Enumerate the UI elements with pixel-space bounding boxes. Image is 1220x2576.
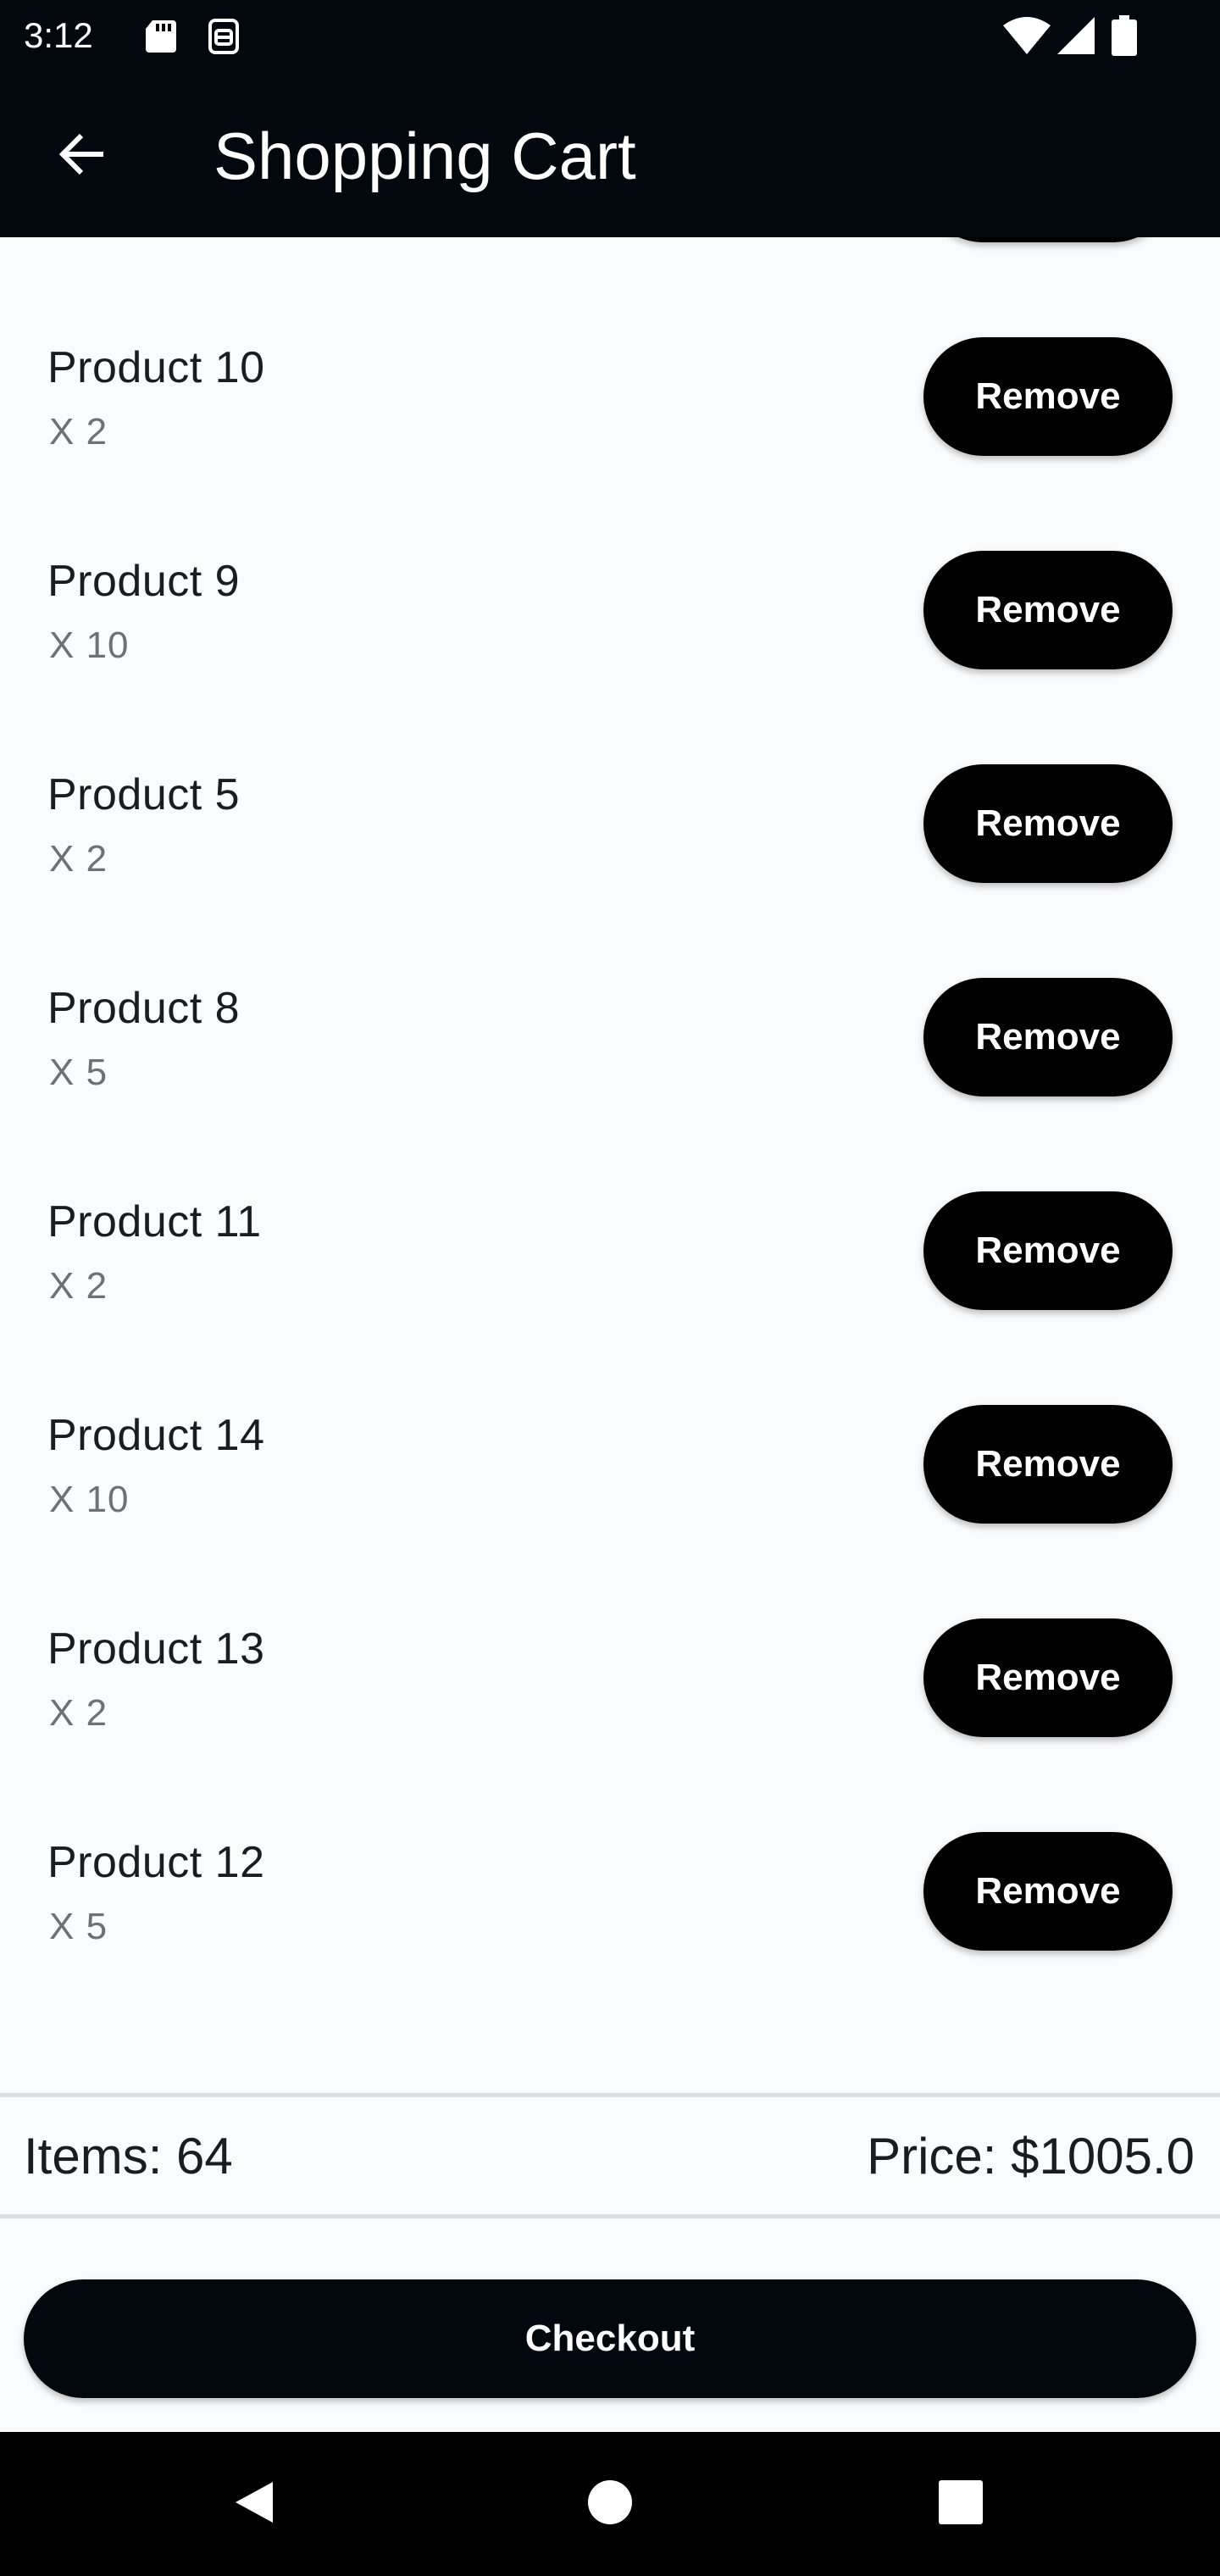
- remove-button[interactable]: Remove: [923, 1405, 1173, 1524]
- cart-list-content: Product 7X 5RemoveProduct 10X 2RemovePro…: [0, 237, 1220, 1998]
- product-quantity: X 2: [49, 1692, 108, 1734]
- signal-icon: [1057, 17, 1095, 58]
- cart-item: Product 5 X 2 Remove: [0, 717, 1220, 930]
- cart-item: Product 10 X 2 Remove: [0, 290, 1220, 503]
- product-quantity: X 5: [49, 237, 108, 242]
- page-title: Shopping Cart: [214, 119, 636, 193]
- nav-home-button[interactable]: [568, 2462, 652, 2546]
- product-name: Product 12: [47, 1838, 265, 1887]
- status-time: 3:12: [24, 15, 93, 55]
- product-quantity: X 2: [49, 411, 108, 452]
- app-bar: Shopping Cart: [0, 71, 1220, 237]
- arrow-back-icon: [56, 129, 107, 184]
- status-bar: 3:12: [0, 0, 1220, 71]
- remove-button[interactable]: Remove: [923, 1618, 1173, 1737]
- product-name: Product 9: [47, 557, 241, 606]
- items-count: Items: 64: [24, 2128, 233, 2185]
- back-button[interactable]: [37, 112, 125, 200]
- product-name: Product 8: [47, 984, 241, 1033]
- cart-list[interactable]: Product 7X 5RemoveProduct 10X 2RemovePro…: [0, 237, 1220, 2093]
- home-circle-icon: [585, 2477, 635, 2532]
- recents-square-icon: [935, 2477, 986, 2532]
- nav-recents-button[interactable]: [918, 2462, 1003, 2546]
- cart-item: Product 9 X 10 Remove: [0, 503, 1220, 717]
- nav-back-button[interactable]: [212, 2462, 297, 2546]
- cart-item: Product 11 X 2 Remove: [0, 1144, 1220, 1357]
- product-quantity: X 5: [49, 1052, 108, 1093]
- product-quantity: X 5: [49, 1906, 108, 1947]
- cart-item: Product 8 X 5 Remove: [0, 930, 1220, 1144]
- cart-item: Product 7X 5Remove: [0, 237, 1220, 290]
- product-name: Product 10: [47, 343, 265, 392]
- back-triangle-icon: [229, 2477, 280, 2532]
- product-name: Product 11: [47, 1197, 262, 1246]
- remove-button[interactable]: Remove: [923, 1191, 1173, 1310]
- remove-button[interactable]: Remove: [923, 978, 1173, 1096]
- remove-button[interactable]: Remove: [923, 337, 1173, 456]
- system-nav-bar: [0, 2432, 1220, 2576]
- product-name: Product 5: [47, 770, 241, 819]
- product-quantity: X 10: [49, 625, 130, 666]
- wifi-icon: [1003, 17, 1051, 58]
- remove-button[interactable]: Remove: [923, 237, 1173, 242]
- battery-icon: [1112, 15, 1137, 60]
- remove-button[interactable]: Remove: [923, 1832, 1173, 1951]
- product-name: Product 13: [47, 1624, 265, 1674]
- sim-icon: [207, 19, 241, 58]
- cart-item: Product 12 X 5 Remove: [0, 1785, 1220, 1998]
- product-name: Product 14: [47, 1411, 265, 1460]
- cart-item: Product 14 X 10 Remove: [0, 1357, 1220, 1571]
- shopping-cart-screen: 3:12 Shopping Cart Product 10 X 2 Remove…: [0, 0, 1220, 2576]
- sd-card-icon: [144, 19, 178, 58]
- product-quantity: X 2: [49, 1265, 108, 1307]
- product-quantity: X 10: [49, 1479, 130, 1520]
- remove-button[interactable]: Remove: [923, 551, 1173, 669]
- total-price: Price: $1005.0: [867, 2128, 1195, 2185]
- remove-button[interactable]: Remove: [923, 764, 1173, 883]
- cart-item: Product 13 X 2 Remove: [0, 1571, 1220, 1785]
- cart-summary: Items: 64 Price: $1005.0: [0, 2093, 1220, 2218]
- product-quantity: X 2: [49, 838, 108, 880]
- checkout-button[interactable]: Checkout: [24, 2279, 1196, 2398]
